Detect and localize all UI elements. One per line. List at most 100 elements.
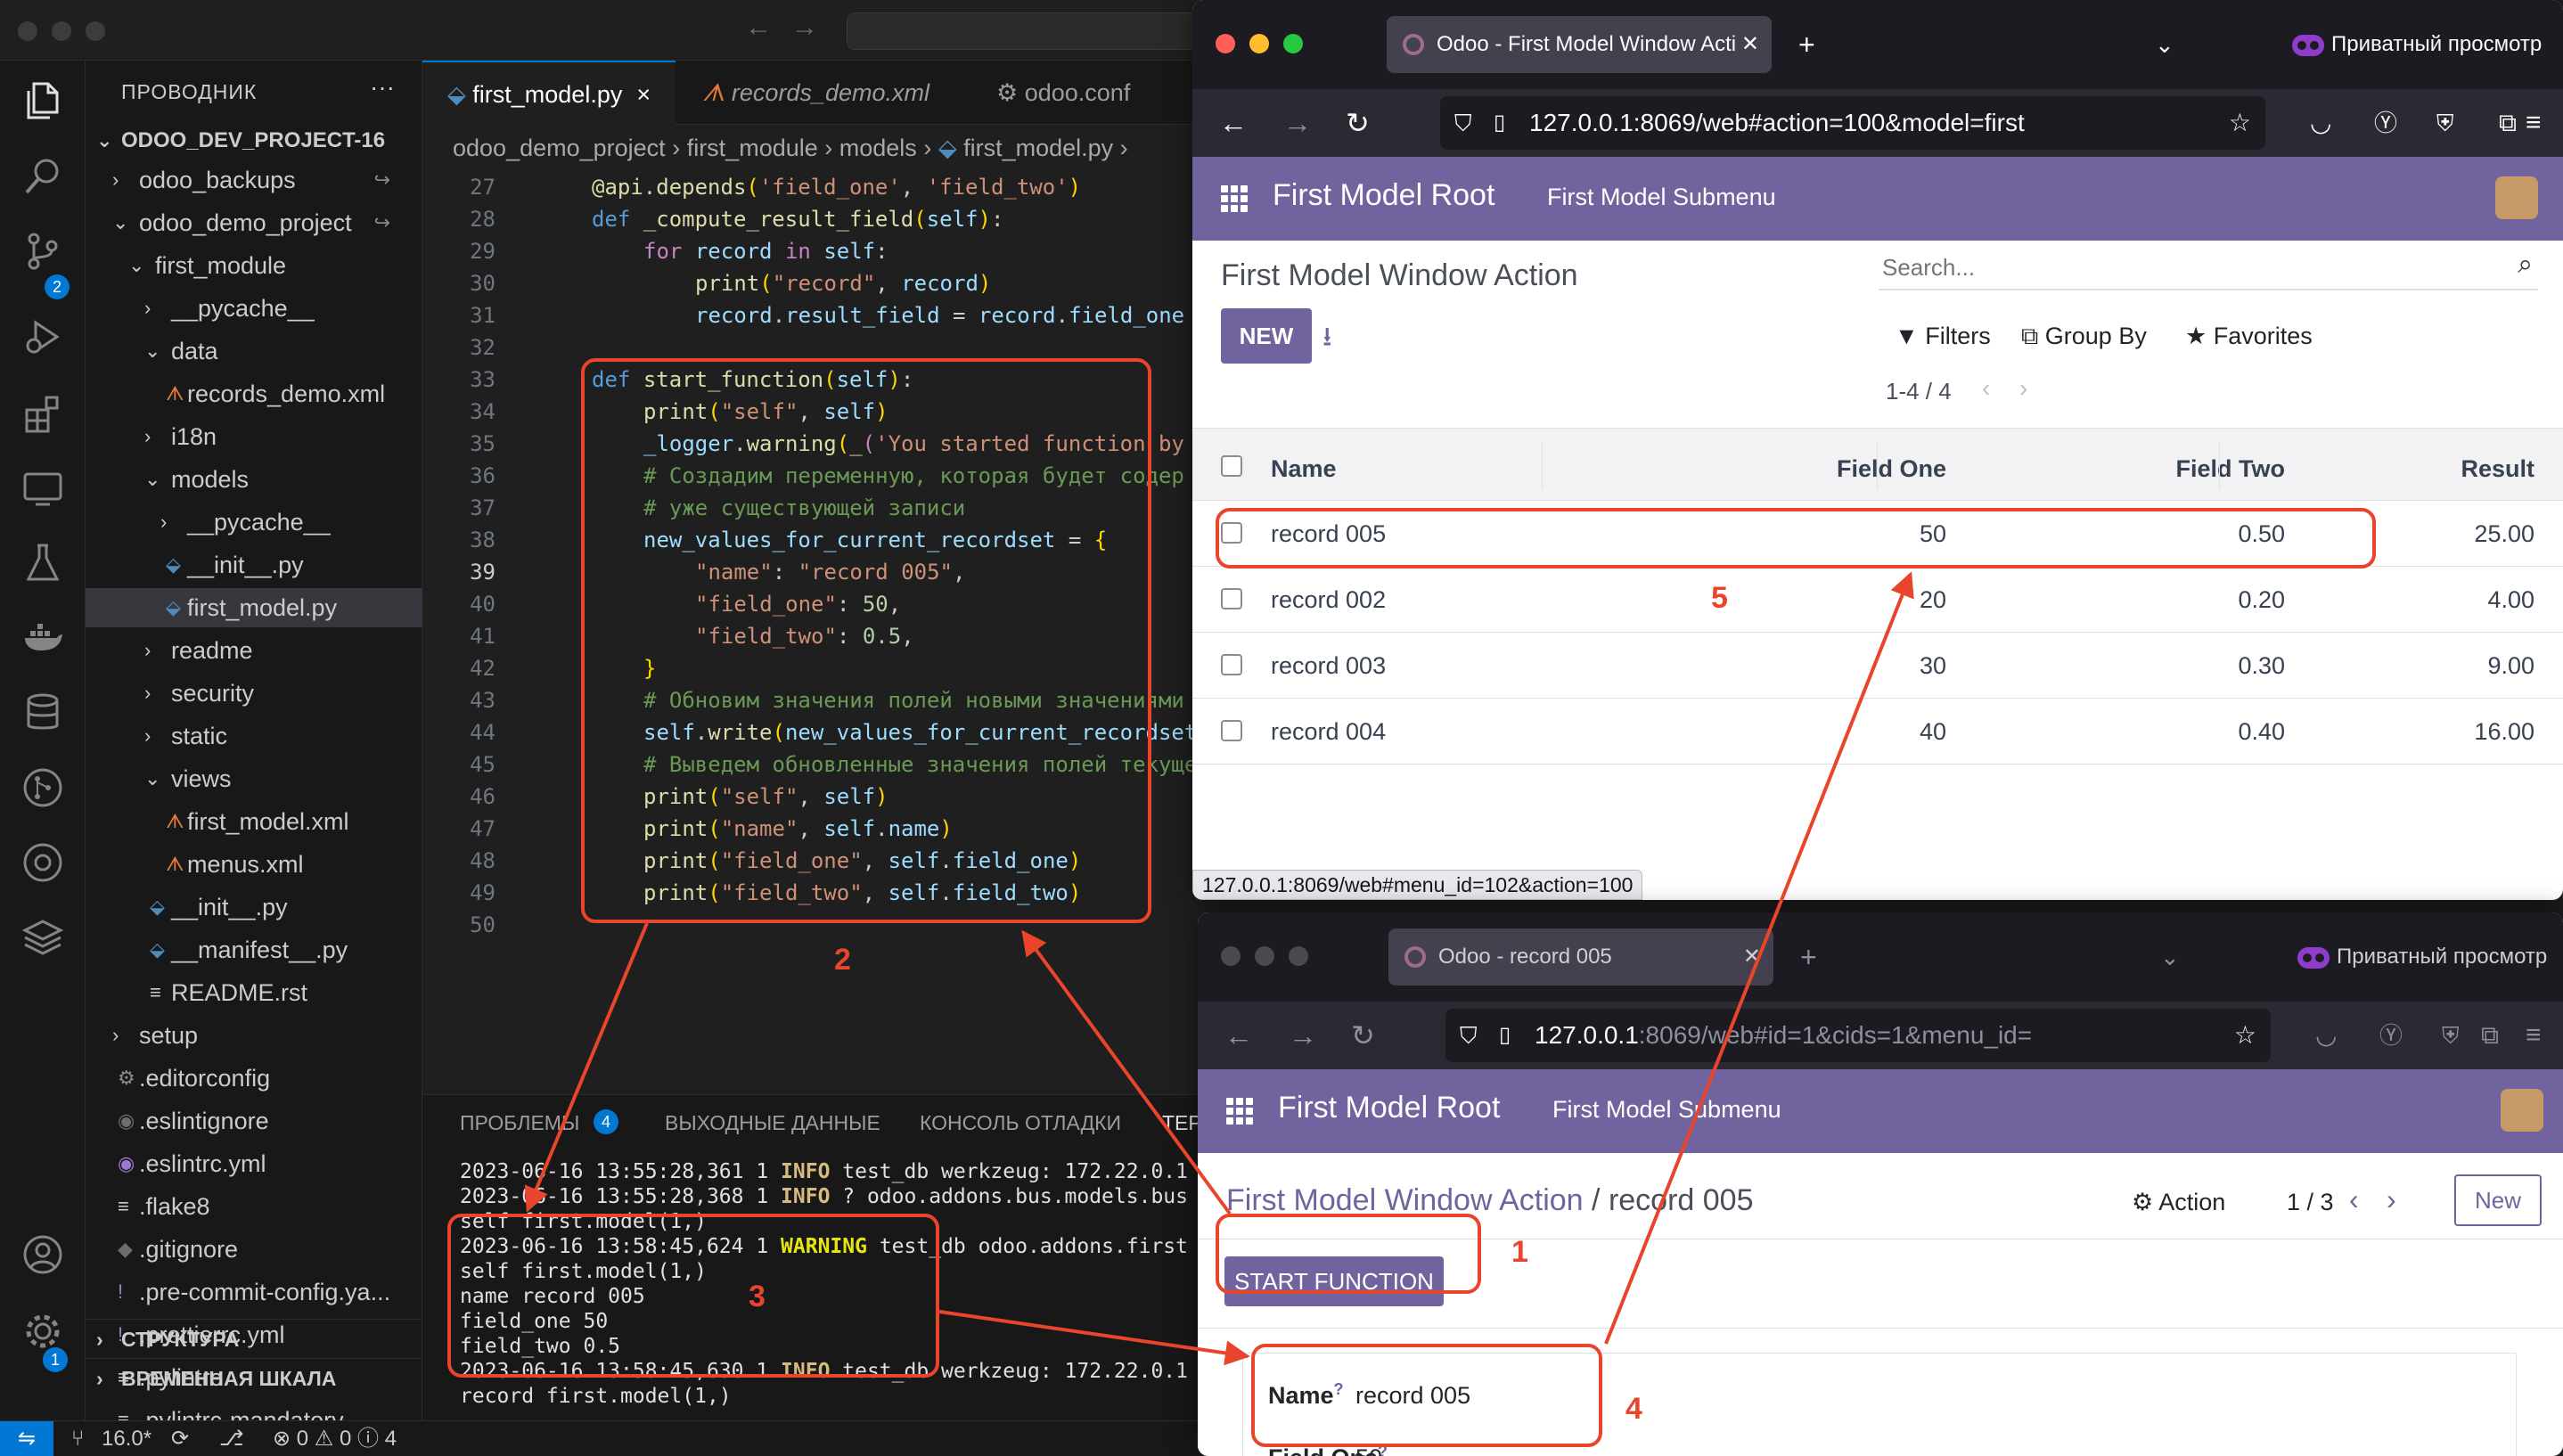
- explorer-more-icon[interactable]: ···: [370, 73, 395, 102]
- yandex-extension-icon[interactable]: Ⓨ: [2379, 1018, 2403, 1053]
- app-brand[interactable]: First Model Root: [1278, 1091, 1500, 1125]
- close-window-dot[interactable]: [18, 21, 37, 41]
- folder-item[interactable]: ⌄ data: [86, 331, 422, 371]
- close-window-dot[interactable]: [1221, 946, 1241, 966]
- file-item[interactable]: ! .pre-commit-config.ya...: [86, 1272, 422, 1312]
- pocket-icon[interactable]: ◡: [2310, 105, 2331, 141]
- table-row[interactable]: record 003 30 0.30 9.00: [1192, 633, 2563, 699]
- app-brand[interactable]: First Model Root: [1273, 178, 1494, 213]
- file-item[interactable]: ⬙ __init__.py: [86, 545, 422, 585]
- extensions-icon[interactable]: ⧉: [2481, 1018, 2499, 1053]
- file-item[interactable]: ◉ .eslintrc.yml: [86, 1144, 422, 1183]
- back-icon[interactable]: ←: [1224, 1018, 1253, 1053]
- file-item[interactable]: ᗑ first_model.xml: [86, 802, 422, 841]
- close-window-dot[interactable]: [1216, 34, 1235, 53]
- ublock-icon[interactable]: ⛨: [2436, 105, 2454, 141]
- pager-prev-icon[interactable]: ‹: [2349, 1183, 2359, 1216]
- select-all-checkbox[interactable]: [1221, 455, 1242, 477]
- pull-request-icon[interactable]: ⎇: [219, 1421, 244, 1456]
- manage-gear-icon[interactable]: [21, 1310, 64, 1353]
- folder-item[interactable]: ⌄ models: [86, 460, 422, 499]
- new-button[interactable]: NEW: [1221, 308, 1312, 364]
- accounts-icon[interactable]: [21, 1233, 64, 1276]
- field-one-value[interactable]: 50: [1355, 1444, 1382, 1456]
- file-item[interactable]: ≡ .flake8: [86, 1187, 422, 1226]
- file-item[interactable]: ≡ README.rst: [86, 973, 422, 1012]
- file-item[interactable]: ᗑ records_demo.xml: [86, 374, 422, 413]
- folder-item[interactable]: › __pycache__: [86, 503, 422, 542]
- row-checkbox[interactable]: [1221, 522, 1242, 544]
- new-button[interactable]: New: [2454, 1174, 2542, 1226]
- folder-item[interactable]: › i18n: [86, 417, 422, 456]
- menu-first-model-submenu[interactable]: First Model Submenu: [1547, 184, 1776, 211]
- back-icon[interactable]: ←: [1219, 105, 1248, 141]
- remote-explorer-icon[interactable]: [21, 467, 64, 510]
- folder-item[interactable]: ⌄ first_module: [86, 246, 422, 285]
- avatar[interactable]: [2501, 1089, 2543, 1132]
- new-tab-icon[interactable]: +: [1798, 27, 1815, 62]
- bookmark-star-icon[interactable]: ☆: [2229, 96, 2251, 150]
- file-item[interactable]: ◉ .eslintignore: [86, 1101, 422, 1141]
- group-by-button[interactable]: ⧉ Group By: [2021, 323, 2147, 351]
- table-row[interactable]: record 002 20 0.20 4.00: [1192, 567, 2563, 633]
- folder-item[interactable]: › setup: [86, 1016, 422, 1055]
- minimize-window-dot[interactable]: [52, 21, 71, 41]
- zoom-window-dot[interactable]: [86, 21, 105, 41]
- table-row[interactable]: record 005 50 0.50 25.00: [1192, 501, 2563, 567]
- forward-icon[interactable]: →: [1289, 1018, 1317, 1053]
- apps-grid-icon[interactable]: [1221, 185, 1248, 212]
- extensions-icon[interactable]: [21, 392, 64, 435]
- row-checkbox[interactable]: [1221, 720, 1242, 741]
- tab-debug-console[interactable]: КОНСОЛЬ ОТЛАДКИ: [920, 1111, 1121, 1135]
- search-icon[interactable]: [21, 155, 64, 198]
- favorites-button[interactable]: ★ Favorites: [2185, 323, 2313, 350]
- remote-indicator-icon[interactable]: ⇋: [0, 1421, 53, 1456]
- search-input[interactable]: [1882, 251, 2452, 283]
- download-icon[interactable]: ⭳: [1322, 317, 1332, 363]
- tab-first-model-py[interactable]: ⬙ first_model.py ×: [422, 61, 676, 125]
- zoom-window-dot[interactable]: [1289, 946, 1308, 966]
- folder-item[interactable]: › odoo_backups ↪: [86, 160, 422, 200]
- sync-icon[interactable]: ⟳: [171, 1421, 189, 1456]
- pocket-icon[interactable]: ◡: [2315, 1018, 2337, 1053]
- menu-first-model-submenu[interactable]: First Model Submenu: [1552, 1096, 1781, 1124]
- source-control-icon[interactable]: [21, 230, 64, 273]
- folder-item[interactable]: › static: [86, 716, 422, 756]
- problems-status[interactable]: ⊗ 0 ⚠ 0 ⓘ 4: [273, 1421, 397, 1456]
- ff2-url-bar[interactable]: ⛉ ▯ 127.0.0.1:8069/web#id=1&cids=1&menu_…: [1445, 1009, 2271, 1062]
- database-icon[interactable]: [21, 691, 64, 734]
- ff1-tab[interactable]: Odoo - First Model Window Acti ✕: [1387, 16, 1772, 73]
- forward-icon[interactable]: →: [1283, 105, 1312, 141]
- folder-item[interactable]: › __pycache__: [86, 289, 422, 328]
- file-item[interactable]: ⬙ __init__.py: [86, 888, 422, 927]
- field-name-value[interactable]: record 005: [1355, 1382, 1470, 1410]
- tab-records-demo-xml[interactable]: ᗑ records_demo.xml: [676, 61, 961, 125]
- row-checkbox[interactable]: [1221, 588, 1242, 609]
- yandex-extension-icon[interactable]: Ⓨ: [2374, 105, 2397, 141]
- menu-icon[interactable]: ≡: [2526, 105, 2542, 141]
- extensions-icon[interactable]: ⧉: [2499, 105, 2517, 141]
- ff1-url-bar[interactable]: ⛉ ▯ 127.0.0.1:8069/web#action=100&model=…: [1440, 96, 2265, 150]
- table-row[interactable]: record 004 40 0.40 16.00: [1192, 699, 2563, 765]
- branch-name[interactable]: 16.0*: [102, 1421, 151, 1456]
- docker-icon[interactable]: [21, 617, 64, 659]
- menu-icon[interactable]: ≡: [2526, 1018, 2542, 1053]
- pager-value[interactable]: 1 / 3: [2287, 1189, 2334, 1216]
- minimize-window-dot[interactable]: [1249, 34, 1269, 53]
- pager-next-icon[interactable]: ›: [2387, 1183, 2396, 1216]
- history-arrows-icon[interactable]: ←→: [745, 12, 838, 43]
- column-header[interactable]: Name: [1271, 455, 1337, 483]
- testing-icon[interactable]: [21, 542, 64, 585]
- avatar[interactable]: [2495, 176, 2538, 219]
- column-header[interactable]: Field Two: [2107, 455, 2286, 483]
- file-item[interactable]: ⬙ first_model.py: [86, 588, 422, 627]
- list-tabs-icon[interactable]: ⌄: [2155, 27, 2174, 62]
- minimize-window-dot[interactable]: [1255, 946, 1274, 966]
- close-tab-icon[interactable]: ×: [636, 81, 651, 108]
- column-header[interactable]: Result: [2356, 455, 2534, 483]
- folder-item[interactable]: ⌄ views: [86, 759, 422, 798]
- close-tab-icon[interactable]: ✕: [1743, 928, 1761, 986]
- filters-button[interactable]: ▼ Filters: [1895, 323, 1991, 350]
- column-header[interactable]: Field One: [1768, 455, 1946, 483]
- folder-item[interactable]: › readme: [86, 631, 422, 670]
